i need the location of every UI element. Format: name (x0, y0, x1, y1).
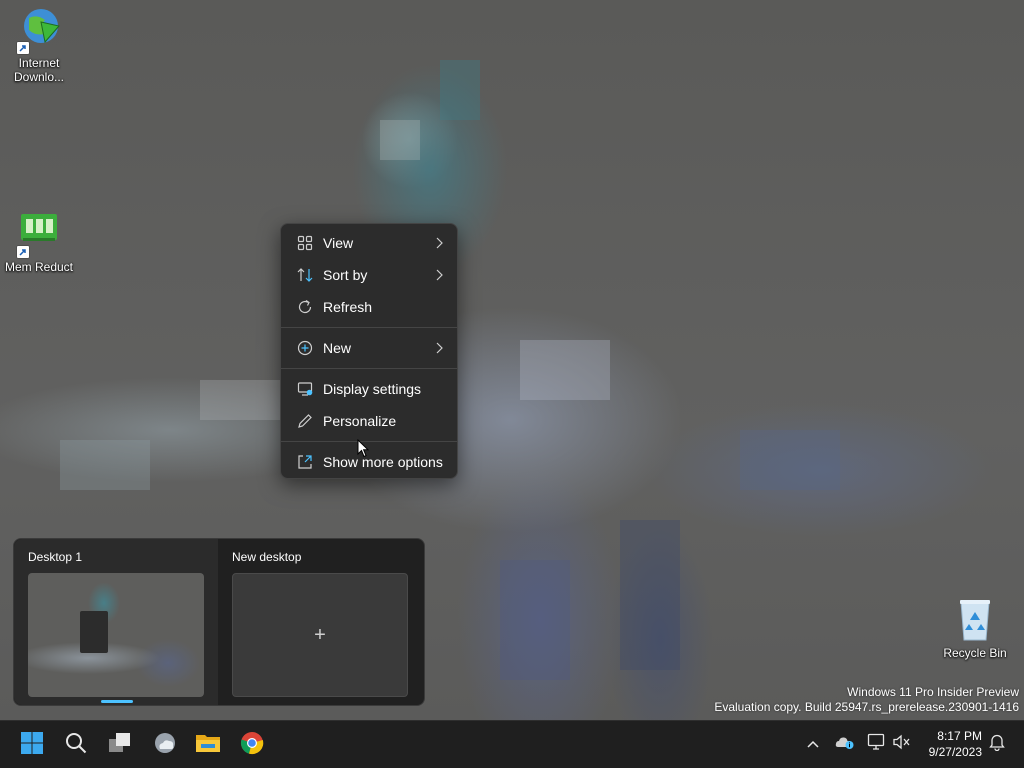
chevron-right-icon (435, 341, 443, 357)
context-menu-label: Sort by (323, 267, 368, 283)
new-desktop-button[interactable]: New desktop + (218, 539, 424, 705)
pen-icon (295, 411, 315, 431)
mem-reduct-icon (15, 210, 63, 258)
chrome-button[interactable] (233, 726, 271, 764)
start-icon (20, 731, 44, 760)
chevron-up-icon (807, 735, 819, 753)
grid-view-icon (295, 233, 315, 253)
internet-download-manager-icon (15, 6, 63, 54)
active-desktop-indicator (101, 700, 133, 703)
task-view-flyout: Desktop 1 New desktop + (13, 538, 425, 706)
context-menu-label: Personalize (323, 413, 397, 429)
notifications-button[interactable] (986, 733, 1008, 755)
clock-time: 8:17 PM (937, 729, 982, 743)
display-settings-icon (295, 379, 315, 399)
desktop-icon-internet-download-manager[interactable]: Internet Downlo... (1, 6, 77, 84)
new-desktop-thumbnail: + (232, 573, 408, 697)
network-icon (867, 733, 887, 756)
chevron-right-icon (435, 268, 443, 284)
desktop-context-menu: View Sort by Refresh New Display setting… (280, 223, 458, 479)
widgets-button[interactable] (146, 726, 184, 764)
chrome-icon (240, 731, 264, 760)
show-hidden-icons-button[interactable] (802, 733, 824, 755)
start-button[interactable] (13, 726, 51, 764)
desktop-icon-label: Recycle Bin (943, 646, 1007, 660)
sort-icon (295, 265, 315, 285)
menu-separator (281, 368, 457, 369)
virtual-desktop-title: Desktop 1 (28, 550, 83, 564)
desktop-icon-mem-reduct[interactable]: Mem Reduct (1, 210, 77, 274)
context-menu-item-sort-by[interactable]: Sort by (285, 259, 453, 291)
shortcut-arrow-icon (17, 42, 29, 54)
context-menu-item-personalize[interactable]: Personalize (285, 405, 453, 437)
mouse-cursor-icon (357, 438, 370, 463)
virtual-desktop-title: New desktop (232, 550, 302, 564)
watermark-line-1: Windows 11 Pro Insider Preview (847, 685, 1019, 699)
volume-muted-icon (892, 733, 912, 756)
plus-circle-icon (295, 338, 315, 358)
file-explorer-icon (195, 732, 221, 759)
clock-date: 9/27/2023 (928, 745, 982, 759)
context-menu-label: Refresh (323, 299, 373, 315)
weather-icon (152, 732, 178, 759)
show-more-options-icon (295, 452, 315, 472)
chevron-right-icon (435, 236, 443, 252)
thumbnail-context-menu (80, 611, 108, 653)
onedrive-tray-button[interactable] (834, 733, 856, 755)
search-icon (65, 732, 87, 759)
cloud-info-icon (835, 734, 855, 755)
context-menu-label: New (323, 340, 352, 356)
desktop-icon-label: Internet Downlo... (13, 56, 65, 84)
context-menu-item-refresh[interactable]: Refresh (285, 291, 453, 323)
context-menu-item-view[interactable]: View (285, 227, 453, 259)
virtual-desktop-thumbnail (28, 573, 204, 697)
shortcut-arrow-icon (17, 246, 29, 258)
refresh-icon (295, 297, 315, 317)
watermark-line-2: Evaluation copy. Build 25947.rs_prerelea… (714, 700, 1019, 714)
context-menu-label: Show more options (323, 454, 443, 470)
context-menu-label: View (323, 235, 354, 251)
context-menu-item-new[interactable]: New (285, 332, 453, 364)
bell-icon (989, 733, 1005, 756)
virtual-desktop-1[interactable]: Desktop 1 (14, 539, 218, 705)
desktop-icon-label: Mem Reduct (4, 260, 74, 274)
add-desktop-icon: + (314, 623, 326, 646)
file-explorer-button[interactable] (189, 726, 227, 764)
taskbar: 8:17 PM 9/27/2023 (0, 720, 1024, 768)
desktop-screen: Internet Downlo... Mem Reduct Recycle Bi… (0, 0, 1024, 768)
recycle-bin-icon (951, 596, 999, 644)
network-tray-button[interactable] (866, 733, 888, 755)
task-view-icon (108, 732, 132, 759)
taskbar-clock[interactable]: 8:17 PM 9/27/2023 (929, 728, 982, 760)
context-menu-item-show-more-options[interactable]: Show more options (285, 446, 453, 478)
desktop-icon-recycle-bin[interactable]: Recycle Bin (937, 596, 1013, 660)
context-menu-item-display-settings[interactable]: Display settings (285, 373, 453, 405)
task-view-button[interactable] (101, 726, 139, 764)
menu-separator (281, 441, 457, 442)
context-menu-label: Display settings (323, 381, 422, 397)
menu-separator (281, 327, 457, 328)
search-button[interactable] (57, 726, 95, 764)
volume-tray-button[interactable] (891, 733, 913, 755)
evaluation-watermark: Windows 11 Pro Insider Preview Evaluatio… (714, 685, 1019, 715)
